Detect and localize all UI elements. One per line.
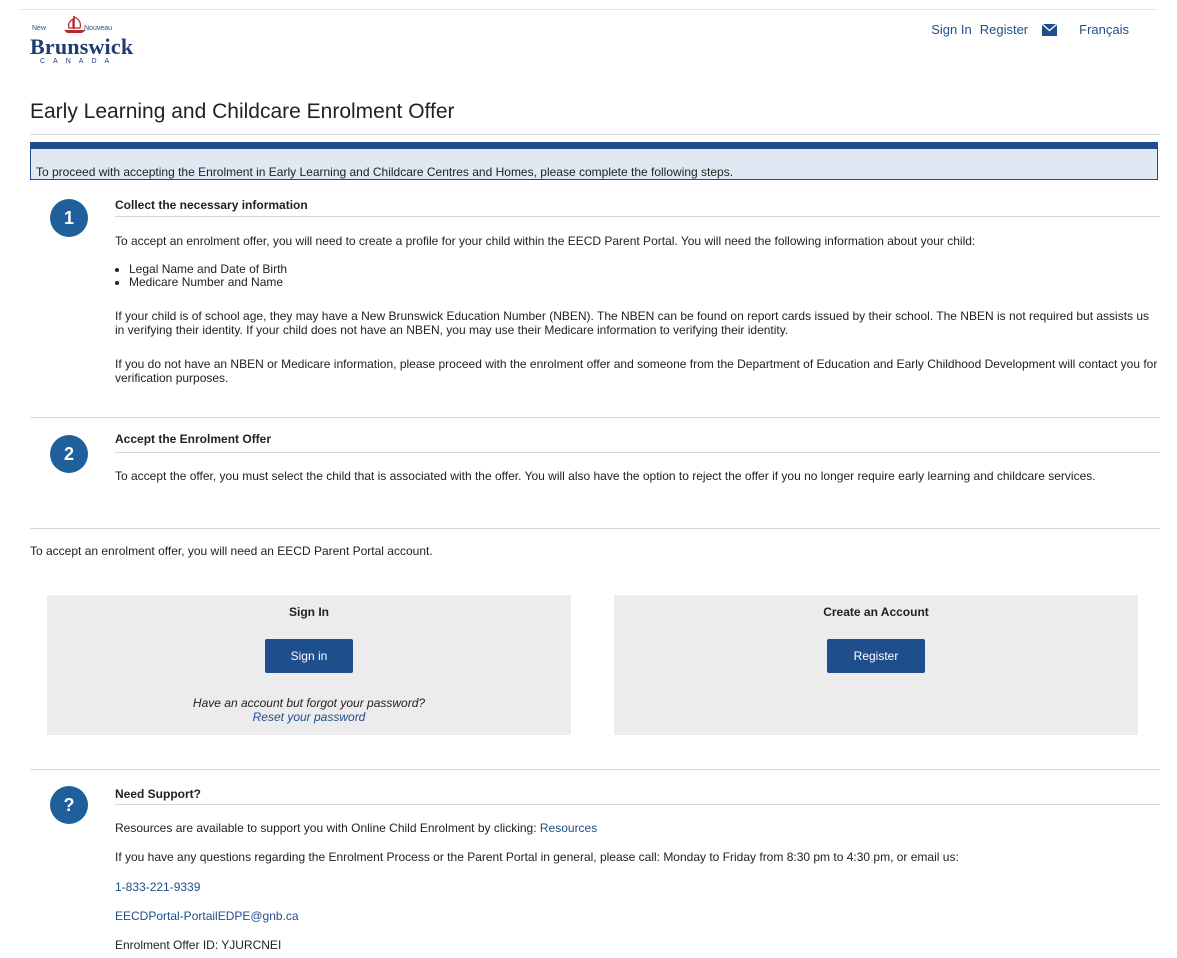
top-nav: Sign In Register Français [931, 22, 1129, 37]
help-question-icon: ? [50, 786, 88, 824]
nav-sign-in-link[interactable]: Sign In [931, 22, 971, 37]
resources-line: Resources are available to support you w… [115, 821, 597, 835]
forgot-password-text: Have an account but forgot your password… [192, 696, 426, 710]
list-item: Medicare Number and Name [129, 276, 287, 289]
sign-in-button[interactable]: Sign in [265, 639, 353, 673]
sign-in-panel-title: Sign In [289, 605, 329, 619]
step-2-divider [115, 452, 1160, 453]
title-divider [30, 134, 1160, 135]
logo-country-text: CANADA [40, 58, 118, 65]
banner-text: To proceed with accepting the Enrolment … [36, 165, 734, 179]
step-1-heading: Collect the necessary information [115, 198, 308, 212]
step-2-badge: 2 [50, 435, 88, 473]
step-1-divider [115, 216, 1160, 217]
required-info-list: Legal Name and Date of Birth Medicare Nu… [115, 263, 287, 289]
step-1-nben-paragraph: If your child is of school age, they may… [115, 309, 1150, 337]
logo-nouveau-text: Nouveau [84, 25, 113, 32]
step-2-heading: Accept the Enrolment Offer [115, 432, 272, 446]
support-phone-link[interactable]: 1-833-221-9339 [115, 880, 200, 894]
nav-register-link[interactable]: Register [980, 22, 1028, 37]
step-1-intro: To accept an enrolment offer, you will n… [115, 234, 976, 248]
logo-brand-text: Brunswick [30, 34, 134, 59]
account-note: To accept an enrolment offer, you will n… [30, 544, 433, 558]
page-title: Early Learning and Childcare Enrolment O… [30, 100, 455, 123]
section-divider [30, 417, 1160, 418]
resources-link[interactable]: Resources [540, 821, 597, 835]
top-divider [20, 9, 1157, 10]
create-account-panel: Create an Account Register [614, 595, 1138, 735]
step-2-intro: To accept the offer, you must select the… [115, 469, 1096, 483]
create-account-panel-title: Create an Account [823, 605, 929, 619]
support-heading: Need Support? [115, 787, 201, 801]
reset-password-link[interactable]: Reset your password [253, 710, 366, 724]
step-1-verification-paragraph: If you do not have an NBEN or Medicare i… [115, 357, 1158, 385]
questions-text: If you have any questions regarding the … [115, 850, 959, 864]
resources-text: Resources are available to support you w… [115, 821, 540, 835]
section-divider [30, 528, 1160, 529]
support-divider [115, 804, 1160, 805]
instructions-banner: To proceed with accepting the Enrolment … [30, 142, 1158, 180]
language-toggle-link[interactable]: Français [1079, 22, 1129, 37]
support-email-link[interactable]: EECDPortal-PortailEDPE@gnb.ca [115, 909, 299, 923]
register-button[interactable]: Register [827, 639, 925, 673]
gnb-logo[interactable]: New Nouveau Brunswick CANADA [30, 14, 148, 65]
section-divider [30, 769, 1160, 770]
logo-new-text: New [32, 25, 47, 32]
sign-in-panel: Sign In Sign in Have an account but forg… [47, 595, 571, 735]
envelope-icon[interactable] [1041, 23, 1058, 36]
enrolment-offer-id: Enrolment Offer ID: YJURCNEI [115, 938, 282, 952]
step-1-badge: 1 [50, 199, 88, 237]
forgot-password-block: Have an account but forgot your password… [47, 696, 571, 724]
